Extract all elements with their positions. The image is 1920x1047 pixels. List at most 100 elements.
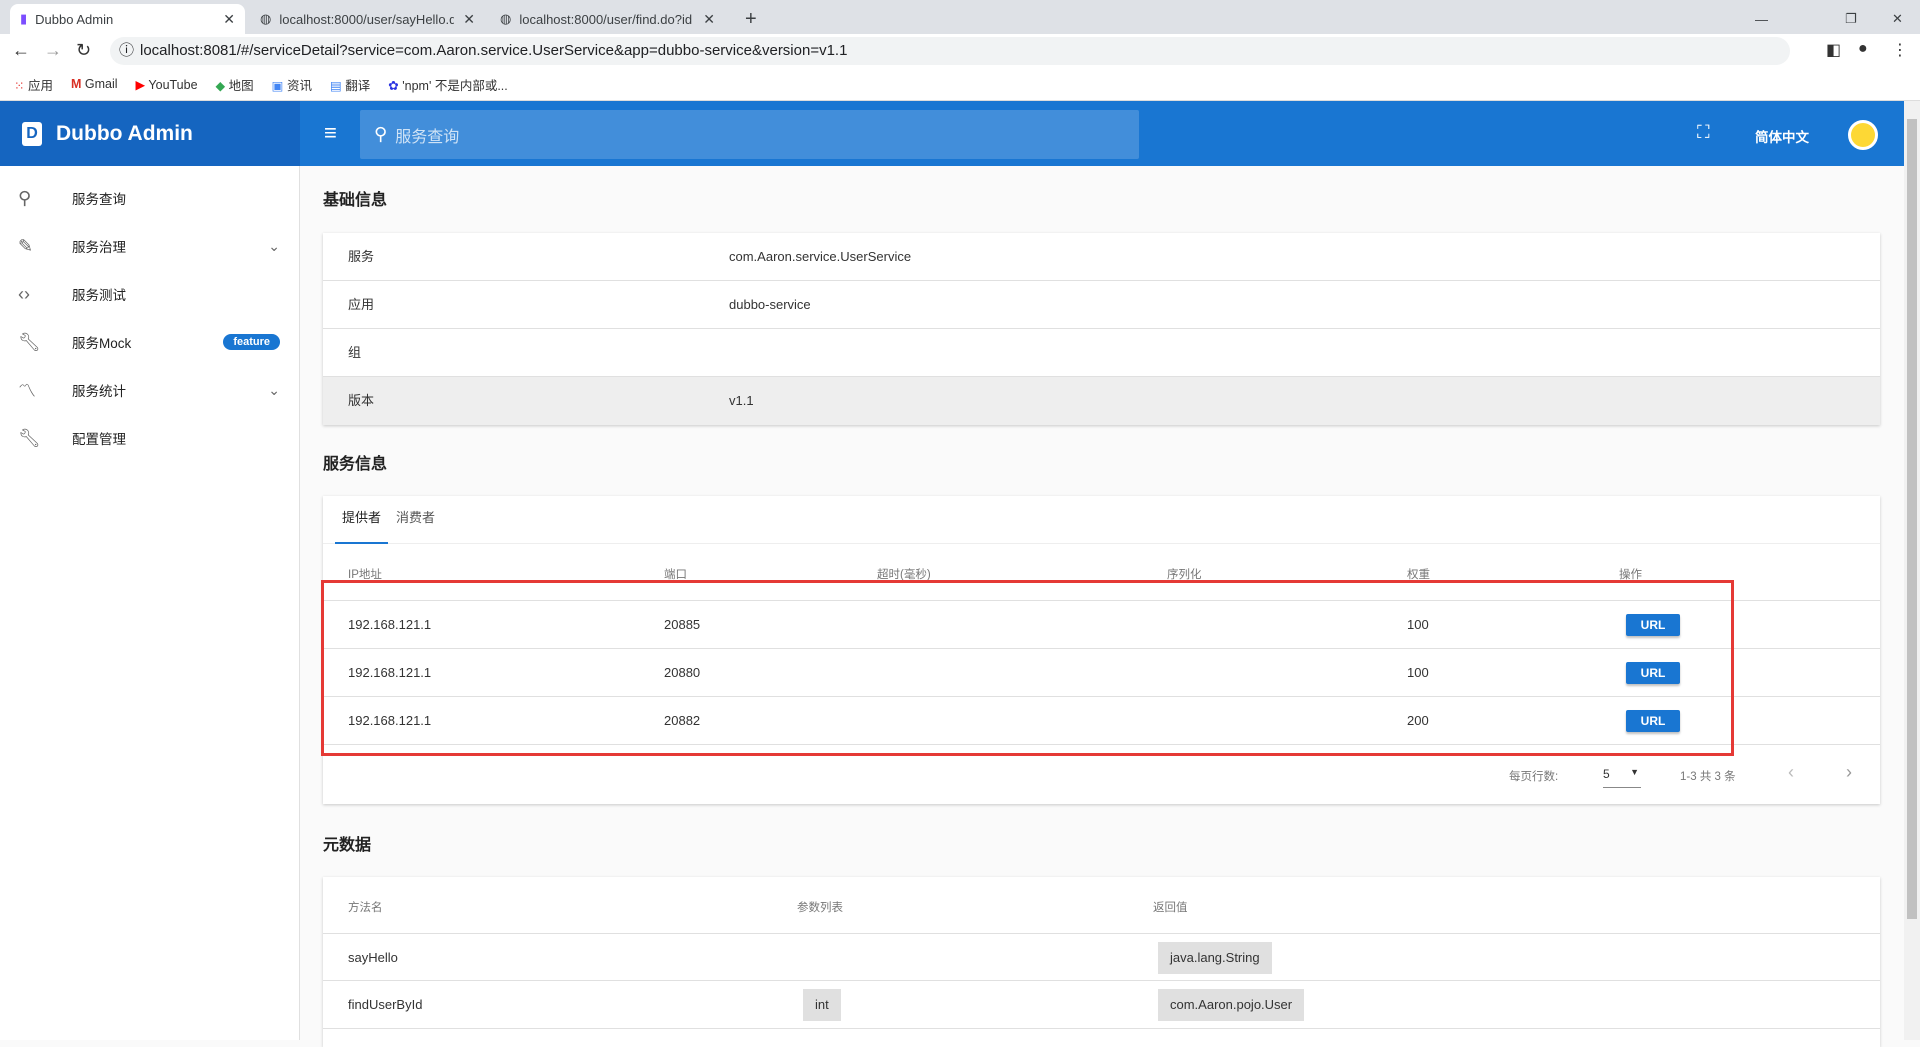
reload-icon[interactable]: ↻ — [76, 40, 91, 61]
baidu-icon: ✿ — [388, 78, 399, 93]
info-key: 服务 — [348, 249, 375, 264]
chevron-down-icon: ⌄ — [268, 381, 280, 398]
return-type-chip: com.Aaron.pojo.User — [1158, 989, 1305, 1021]
dubbo-logo-icon: D — [22, 121, 42, 146]
search-placeholder: 服务查询 — [395, 128, 460, 146]
basic-info-card: 服务 com.Aaron.service.UserService 应用 dubbo-… — [323, 233, 1880, 425]
brand-title: Dubbo Admin — [56, 121, 193, 145]
hamburger-menu-icon[interactable]: ≡ — [324, 120, 337, 146]
maps-icon: ◆ — [215, 78, 226, 93]
bookmark-label: Gmail — [84, 77, 118, 91]
url-input[interactable]: ⓘ localhost:8081/#/serviceDetail?service=… — [110, 37, 1790, 65]
restore-button[interactable]: ❐ — [1835, 4, 1867, 34]
fullscreen-icon[interactable]: ⛶ — [1697, 122, 1710, 143]
bookmark-label: 应用 — [27, 78, 53, 93]
info-icon: ⓘ — [119, 42, 135, 59]
back-icon[interactable]: ← — [12, 40, 30, 61]
bookmark-label: 资讯 — [286, 78, 312, 93]
next-page-icon[interactable]: › — [1846, 762, 1852, 783]
chevron-down-icon: ⌄ — [268, 237, 280, 254]
gmail-icon: M — [70, 77, 82, 91]
sidebar-item-label: 服务Mock — [72, 336, 132, 351]
wrench-icon: 🔧︎ — [18, 331, 41, 352]
url-text: localhost:8081/#/serviceDetail?service=c… — [140, 42, 848, 59]
info-key: 组 — [348, 345, 362, 360]
method-cell: findUserById — [348, 997, 423, 1012]
info-key: 应用 — [348, 297, 375, 312]
forward-icon[interactable]: → — [44, 40, 62, 61]
profile-icon[interactable]: ● — [1858, 40, 1868, 58]
metadata-card: 方法名 参数列表 返回值 sayHello java.lang.String fi… — [323, 877, 1880, 1047]
section-title-basic: 基础信息 — [323, 192, 388, 209]
search-icon: ⚲ — [18, 187, 32, 208]
pencil-icon: ✎ — [18, 235, 34, 256]
tab-title: localhost:8000/user/sayHello.d — [279, 11, 455, 27]
column-header: 参数列表 — [797, 902, 843, 914]
browser-tab[interactable]: ◍ localhost:8000/user/sayHello.d ✕ — [250, 4, 485, 34]
rows-per-page-select[interactable]: 5 ▼ — [1603, 762, 1641, 788]
column-header: 方法名 — [348, 902, 383, 914]
wrench-icon: 🔧︎ — [18, 427, 41, 448]
bookmarks-bar: ⁙ 应用 M Gmail ▶ YouTube ◆ 地图 ▣ 资讯 ▤ 翻译 ✿ … — [0, 68, 1920, 101]
side-panel-icon[interactable]: ◧ — [1826, 40, 1841, 60]
bookmark-apps[interactable]: ⁙ 应用 — [14, 75, 53, 94]
close-tab-icon[interactable]: ✕ — [703, 11, 715, 28]
bookmark-gmail[interactable]: M Gmail — [71, 77, 118, 91]
bookmark-label: 'npm' 不是内部或... — [402, 78, 508, 93]
close-window-button[interactable]: ✕ — [1882, 4, 1913, 34]
sidebar: ⚲ 服务查询 ✎ 服务治理 ⌄ ‹› 服务测试 🔧︎ 服务Mock feature 〽 服务统… — [0, 166, 300, 1040]
sidebar-item-statistics[interactable]: 〽 服务统计 ⌄ — [0, 366, 300, 414]
sidebar-item-mock[interactable]: 🔧︎ 服务Mock feature — [0, 318, 300, 366]
bookmark-maps[interactable]: ◆ 地图 — [216, 75, 254, 94]
pagination-range: 1-3 共 3 条 — [1680, 771, 1736, 783]
info-row: 版本 v1.1 — [323, 377, 1880, 425]
avatar[interactable] — [1848, 120, 1878, 150]
bookmark-youtube[interactable]: ▶ YouTube — [136, 77, 198, 92]
bookmark-label: YouTube — [148, 77, 198, 92]
minimize-button[interactable]: — — [1745, 4, 1778, 34]
feature-badge: feature — [223, 334, 280, 350]
scrollbar[interactable] — [1904, 101, 1920, 1040]
bookmark-label: 地图 — [228, 78, 254, 93]
rows-per-page-value: 5 — [1603, 767, 1610, 781]
info-value: com.Aaron.service.UserService — [729, 249, 912, 264]
menu-icon[interactable]: ⋮ — [1892, 40, 1908, 60]
news-icon: ▣ — [271, 78, 284, 93]
bookmark-translate[interactable]: ▤ 翻译 — [330, 75, 370, 94]
tab-consumers[interactable]: 消费者 — [396, 496, 435, 544]
search-icon: ⚲ — [374, 124, 388, 144]
highlight-box — [321, 580, 1734, 756]
close-tab-icon[interactable]: ✕ — [223, 11, 235, 28]
dropdown-arrow-icon: ▼ — [1630, 767, 1639, 777]
rows-per-page-label: 每页行数: — [1509, 771, 1559, 783]
sidebar-item-label: 配置管理 — [72, 432, 126, 447]
browser-tab[interactable]: ▮ Dubbo Admin ✕ — [10, 4, 245, 34]
tab-title: Dubbo Admin — [35, 11, 114, 27]
search-input[interactable]: ⚲ 服务查询 — [360, 110, 1139, 159]
tab-title: localhost:8000/user/find.do?id — [519, 11, 693, 27]
sidebar-item-governance[interactable]: ✎ 服务治理 ⌄ — [0, 222, 300, 270]
info-value: dubbo-service — [729, 297, 811, 312]
new-tab-button[interactable]: + — [735, 4, 767, 34]
browser-tab[interactable]: ◍ localhost:8000/user/find.do?id ✕ — [490, 4, 725, 34]
sidebar-item-config[interactable]: 🔧︎ 配置管理 — [0, 414, 300, 462]
sidebar-item-label: 服务统计 — [72, 384, 126, 399]
sidebar-item-label: 服务测试 — [72, 288, 126, 303]
sidebar-item-service-search[interactable]: ⚲ 服务查询 — [0, 174, 300, 222]
scrollbar-thumb[interactable] — [1907, 119, 1917, 919]
bookmark-news[interactable]: ▣ 资讯 — [272, 75, 312, 94]
browser-tab-bar: ▮ Dubbo Admin ✕ ◍ localhost:8000/user/sayHe… — [0, 0, 1920, 34]
address-bar-row: ← → ↻ ⓘ localhost:8081/#/serviceDetail?se… — [0, 34, 1920, 68]
tabs: 提供者 消费者 — [323, 496, 1880, 544]
trending-icon: 〽 — [18, 381, 36, 401]
tab-providers[interactable]: 提供者 — [335, 496, 388, 544]
info-key: 版本 — [348, 393, 375, 408]
language-switcher[interactable]: 简体中文 — [1755, 126, 1809, 146]
method-cell: sayHello — [348, 950, 398, 965]
code-icon: ‹› — [18, 283, 30, 304]
close-tab-icon[interactable]: ✕ — [463, 11, 475, 28]
prev-page-icon[interactable]: ‹ — [1788, 762, 1794, 783]
sidebar-item-test[interactable]: ‹› 服务测试 — [0, 270, 300, 318]
bookmark-npm[interactable]: ✿ 'npm' 不是内部或... — [388, 75, 507, 94]
column-header: 返回值 — [1153, 902, 1188, 914]
